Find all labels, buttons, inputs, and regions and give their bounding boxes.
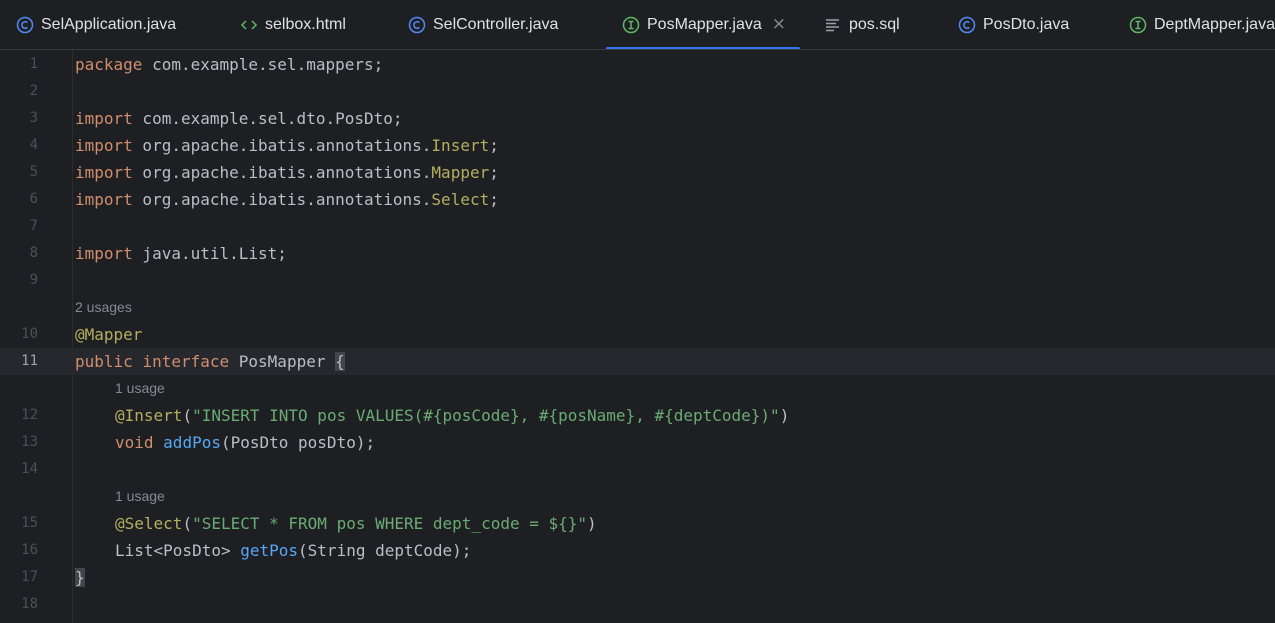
code-text: import java.util.List; bbox=[75, 244, 287, 263]
interface-icon bbox=[622, 16, 640, 33]
code-text: public interface PosMapper { bbox=[75, 352, 345, 371]
code-text: List<PosDto> getPos(String deptCode); bbox=[115, 541, 472, 560]
tab-selapplication-java[interactable]: SelApplication.java bbox=[16, 0, 176, 49]
code-text: import org.apache.ibatis.annotations.Map… bbox=[75, 163, 499, 182]
line-number: 9 bbox=[29, 272, 38, 288]
code-line-10[interactable]: 10 @Mapper bbox=[0, 321, 1275, 348]
code-line-6[interactable]: 6 import org.apache.ibatis.annotations.S… bbox=[0, 186, 1275, 213]
sql-file-icon bbox=[826, 18, 839, 31]
usages-hint[interactable]: 1 usage bbox=[115, 375, 165, 402]
code-line-3[interactable]: 3 import com.example.sel.dto.PosDto; bbox=[0, 105, 1275, 132]
usages-hint[interactable]: 1 usage bbox=[115, 483, 165, 510]
code-text: @Mapper bbox=[75, 325, 143, 344]
line-number: 6 bbox=[29, 191, 38, 207]
code-text: import org.apache.ibatis.annotations.Ins… bbox=[75, 136, 499, 155]
tab-label: pos.sql bbox=[849, 15, 900, 33]
code-text: @Insert("INSERT INTO pos VALUES(#{posCod… bbox=[115, 406, 790, 425]
line-number: 12 bbox=[21, 407, 38, 423]
class-icon bbox=[16, 16, 34, 33]
tab-posdto-java[interactable]: PosDto.java bbox=[958, 0, 1069, 49]
code-line-12[interactable]: 12 @Insert("INSERT INTO pos VALUES(#{pos… bbox=[0, 402, 1275, 429]
class-icon bbox=[958, 16, 976, 33]
line-number: 2 bbox=[29, 83, 38, 99]
code-line-13[interactable]: 13 void addPos(PosDto posDto); bbox=[0, 429, 1275, 456]
line-number: 14 bbox=[21, 461, 38, 477]
matched-brace: { bbox=[335, 352, 345, 371]
tab-posmapper-java[interactable]: PosMapper.java × bbox=[606, 0, 800, 49]
line-number: 3 bbox=[29, 110, 38, 126]
tab-label: PosDto.java bbox=[983, 15, 1070, 33]
tab-deptmapper-java[interactable]: DeptMapper.java bbox=[1129, 0, 1275, 49]
close-tab-icon[interactable]: × bbox=[772, 16, 786, 33]
line-number: 4 bbox=[29, 137, 38, 153]
code-text: import org.apache.ibatis.annotations.Sel… bbox=[75, 190, 499, 209]
code-editor[interactable]: 1 package com.example.sel.mappers; 2 3 i… bbox=[0, 50, 1275, 623]
code-line-14[interactable]: 14 bbox=[0, 456, 1275, 483]
line-number: 16 bbox=[21, 542, 38, 558]
tab-pos-sql[interactable]: pos.sql bbox=[824, 0, 900, 49]
line-number: 7 bbox=[29, 218, 38, 234]
line-number: 17 bbox=[21, 569, 38, 585]
tab-label: SelController.java bbox=[433, 15, 559, 33]
code-line-11[interactable]: 11 public interface PosMapper { bbox=[0, 348, 1275, 375]
code-line-5[interactable]: 5 import org.apache.ibatis.annotations.M… bbox=[0, 159, 1275, 186]
tab-label: DeptMapper.java bbox=[1154, 15, 1275, 33]
code-text: void addPos(PosDto posDto); bbox=[115, 433, 376, 452]
line-number: 10 bbox=[21, 326, 38, 342]
tab-selcontroller-java[interactable]: SelController.java bbox=[408, 0, 558, 49]
editor-tab-bar: SelApplication.java selbox.html SelContr… bbox=[0, 0, 1275, 50]
tab-label: PosMapper.java bbox=[647, 15, 762, 33]
code-text: import com.example.sel.dto.PosDto; bbox=[75, 109, 403, 128]
matched-brace: } bbox=[75, 568, 85, 587]
code-line-9[interactable]: 9 bbox=[0, 267, 1275, 294]
usages-hint[interactable]: 2 usages bbox=[75, 294, 132, 321]
line-number: 11 bbox=[21, 353, 38, 369]
class-icon bbox=[408, 16, 426, 33]
code-line-7[interactable]: 7 bbox=[0, 213, 1275, 240]
line-number: 18 bbox=[21, 596, 38, 612]
code-line-1[interactable]: 1 package com.example.sel.mappers; bbox=[0, 51, 1275, 78]
tab-selbox-html[interactable]: selbox.html bbox=[240, 0, 346, 49]
code-text: } bbox=[75, 564, 85, 591]
tab-label: selbox.html bbox=[265, 15, 346, 33]
line-number: 8 bbox=[29, 245, 38, 261]
line-number: 5 bbox=[29, 164, 38, 180]
code-line-15[interactable]: 15 @Select("SELECT * FROM pos WHERE dept… bbox=[0, 510, 1275, 537]
line-number: 1 bbox=[29, 56, 38, 72]
line-number: 15 bbox=[21, 515, 38, 531]
tab-label: SelApplication.java bbox=[41, 15, 177, 33]
code-line-8[interactable]: 8 import java.util.List; bbox=[0, 240, 1275, 267]
code-line-2[interactable]: 2 bbox=[0, 78, 1275, 105]
line-number: 13 bbox=[21, 434, 38, 450]
code-text: package com.example.sel.mappers; bbox=[75, 55, 384, 74]
code-line-4[interactable]: 4 import org.apache.ibatis.annotations.I… bbox=[0, 132, 1275, 159]
code-line-16[interactable]: 16 List<PosDto> getPos(String deptCode); bbox=[0, 537, 1275, 564]
interface-icon bbox=[1129, 16, 1147, 33]
code-text: @Select("SELECT * FROM pos WHERE dept_co… bbox=[115, 514, 597, 533]
html-icon bbox=[240, 19, 258, 30]
code-line-18[interactable]: 18 bbox=[0, 591, 1275, 618]
code-line-17[interactable]: 17 } bbox=[0, 564, 1275, 591]
